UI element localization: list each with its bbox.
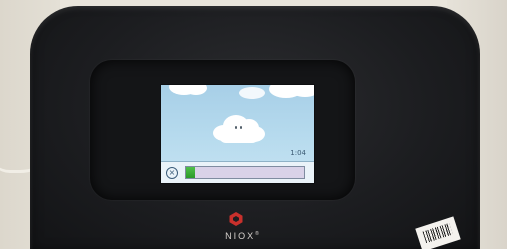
- brand-name: NIOX®: [225, 231, 261, 241]
- cloud-eye-right: [240, 126, 242, 129]
- niox-logo-icon: [229, 212, 243, 226]
- cloud-character-icon: [213, 113, 265, 143]
- close-circle-icon[interactable]: ×: [166, 167, 178, 179]
- status-bar: ×: [161, 161, 314, 183]
- timer-readout: 1:04: [290, 149, 306, 157]
- cloud-eye-left: [235, 126, 237, 129]
- device-screen: 1:04 ×: [160, 84, 315, 184]
- progress-fill: [186, 167, 196, 178]
- barcode: [422, 223, 453, 244]
- progress-bar: [185, 166, 305, 179]
- photo-scene: 1:04 × NIOX®: [0, 0, 507, 249]
